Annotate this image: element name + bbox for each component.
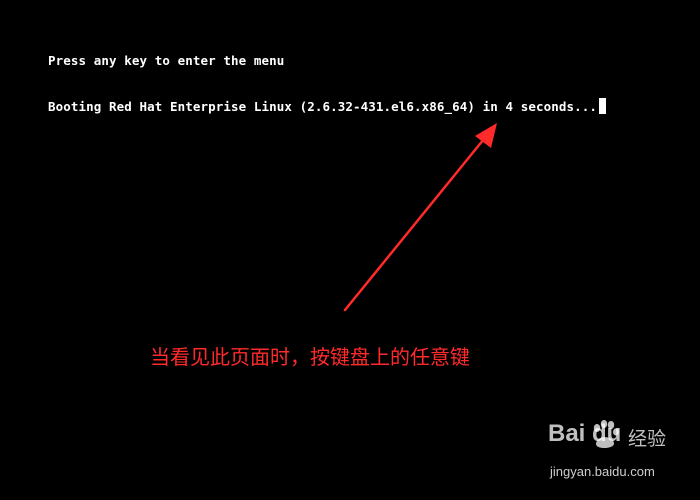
baidu-paw-icon xyxy=(593,420,619,449)
jingyan-logo-text: 经验 xyxy=(628,428,667,450)
instruction-annotation: 当看见此页面时，按键盘上的任意键 xyxy=(150,345,470,369)
baidu-jingyan-watermark: Bai du 经验 jingyan.baidu.com xyxy=(548,418,688,490)
watermark-url: jingyan.baidu.com xyxy=(550,464,655,479)
